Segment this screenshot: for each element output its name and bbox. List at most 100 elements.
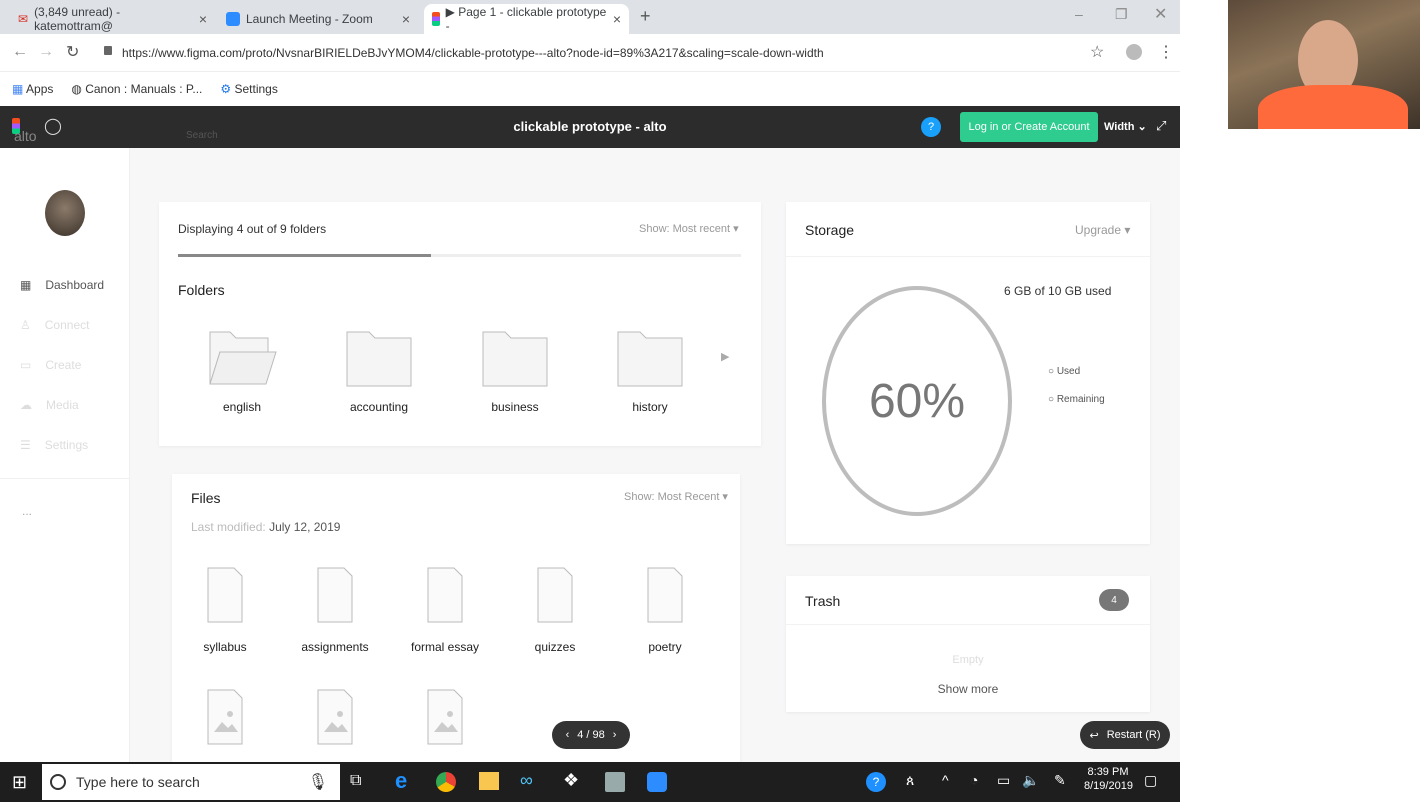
gear-icon: ⚙ xyxy=(220,82,232,96)
url-field[interactable]: https://www.figma.com/proto/NvsnarBIRIEL… xyxy=(122,46,824,60)
chevron-down-icon: ⌄ xyxy=(1137,121,1147,133)
forward-icon[interactable]: → xyxy=(38,43,54,61)
close-icon[interactable]: × xyxy=(402,11,410,27)
back-icon[interactable]: ← xyxy=(12,43,28,61)
tab-zoom[interactable]: Launch Meeting - Zoom × xyxy=(218,4,418,34)
image-file-icon[interactable] xyxy=(316,688,354,746)
document-icon xyxy=(537,567,573,623)
chevron-up-icon[interactable]: ^ xyxy=(942,772,949,788)
folders-count: Displaying 4 out of 9 folders xyxy=(178,222,327,236)
reload-icon[interactable]: ↻ xyxy=(66,42,79,62)
pen-icon[interactable]: ✎ xyxy=(1054,772,1066,789)
folders-title: Folders xyxy=(178,282,225,298)
folder-icon xyxy=(617,331,683,387)
sidebar-item-settings[interactable]: ☰ Settings xyxy=(20,438,88,452)
bookmark-settings[interactable]: ⚙ Settings xyxy=(220,82,277,96)
tab-figma[interactable]: ▶ Page 1 - clickable prototype - × xyxy=(424,4,629,34)
lock-icon xyxy=(104,46,112,55)
file-poetry[interactable]: poetry xyxy=(610,566,720,654)
width-dropdown[interactable]: Width ⌄ xyxy=(1104,120,1147,133)
dropbox-icon[interactable]: ❖ xyxy=(563,770,579,791)
fullscreen-icon[interactable]: ⤢ xyxy=(1156,118,1166,134)
file-label: syllabus xyxy=(203,640,247,654)
taskbar-search[interactable]: Type here to search 🎙 xyxy=(42,764,340,800)
star-icon[interactable]: ☆ xyxy=(1090,42,1104,62)
file-formal-essay[interactable]: formal essay xyxy=(390,566,500,654)
folders-sort-dropdown[interactable]: Show: Most recent ▾ xyxy=(639,222,739,235)
figma-icon xyxy=(432,12,440,26)
infinity-icon[interactable]: ∞ xyxy=(520,770,533,791)
microphone-icon[interactable]: 🎙 xyxy=(308,772,328,792)
edge-icon[interactable]: e xyxy=(395,768,407,794)
folder-english[interactable]: english xyxy=(192,328,292,414)
address-bar: ← → ↻ https://www.figma.com/proto/Nvsnar… xyxy=(0,34,1180,72)
webcam-video xyxy=(1228,0,1420,129)
chevron-left-icon[interactable]: ‹ xyxy=(566,729,570,741)
chevron-right-icon[interactable]: › xyxy=(613,729,617,741)
tab-label: (3,849 unread) - katemottram@ xyxy=(34,5,121,33)
storage-percent: 60% xyxy=(868,375,966,428)
zoom-icon xyxy=(226,12,240,26)
battery-icon[interactable]: ▭ xyxy=(997,772,1010,789)
legend-used: ○ Used xyxy=(1048,366,1081,377)
close-icon[interactable]: × xyxy=(613,11,621,27)
app-sidebar: ▦ Dashboard ♙ Connect ▭ Create ☁ Media ☰ Sett… xyxy=(0,148,130,762)
notification-icon[interactable]: ▢ xyxy=(1144,772,1157,789)
task-view-icon[interactable]: ⧉ xyxy=(350,772,361,790)
people-icon[interactable]: ጰ xyxy=(906,772,914,789)
sidebar-item-dashboard[interactable]: ▦ Dashboard xyxy=(20,278,104,292)
dashboard-icon: ▦ xyxy=(20,278,32,292)
file-explorer-icon[interactable] xyxy=(479,772,499,790)
chevron-right-icon[interactable]: ▶ xyxy=(721,350,729,363)
folders-card: Displaying 4 out of 9 folders Show: Most… xyxy=(159,202,761,446)
restore-icon[interactable]: ❐ xyxy=(1115,6,1128,23)
image-file-icon[interactable] xyxy=(426,688,464,746)
app-icon[interactable] xyxy=(605,772,625,792)
sidebar-item-connect[interactable]: ♙ Connect xyxy=(20,318,89,332)
folder-history[interactable]: history xyxy=(600,328,700,414)
storage-title: Storage xyxy=(805,222,855,238)
close-icon[interactable]: × xyxy=(199,11,207,27)
return-icon: ↩ xyxy=(1089,729,1099,742)
document-icon: ▭ xyxy=(20,358,32,372)
bookmark-apps[interactable]: ▦ Apps xyxy=(12,82,53,96)
close-window-icon[interactable]: ✕ xyxy=(1154,4,1167,24)
windows-taskbar: ⊞ Type here to search 🎙 ⧉ e ∞ ❖ ? ጰ ^ ◔ … xyxy=(0,762,1180,802)
trash-divider xyxy=(786,624,1150,625)
sidebar-item-media[interactable]: ☁ Media xyxy=(20,398,79,412)
folder-business[interactable]: business xyxy=(465,328,565,414)
clock[interactable]: 8:39 PM 8/19/2019 xyxy=(1084,766,1133,792)
help-icon[interactable]: ? xyxy=(866,772,886,792)
new-tab-icon[interactable]: + xyxy=(640,6,651,27)
upgrade-dropdown[interactable]: Upgrade ▾ xyxy=(1075,223,1130,237)
bookmark-canon[interactable]: ◍ Canon : Manuals : P... xyxy=(71,82,202,96)
tab-gmail[interactable]: ✉ (3,849 unread) - katemottram@ × xyxy=(10,4,215,34)
volume-icon[interactable]: 🔈 xyxy=(1022,772,1039,789)
show-more-link[interactable]: Show more xyxy=(786,682,1150,696)
profile-icon[interactable] xyxy=(1126,44,1142,60)
image-file-icon[interactable] xyxy=(206,688,244,746)
more-icon[interactable]: ... xyxy=(22,504,32,518)
help-button[interactable]: ? xyxy=(921,117,941,137)
wifi-icon[interactable]: ◔ xyxy=(970,772,978,788)
sidebar-item-create[interactable]: ▭ Create xyxy=(20,358,81,372)
minimize-icon[interactable]: – xyxy=(1075,6,1083,22)
windows-start-icon[interactable]: ⊞ xyxy=(12,772,27,793)
cortana-icon xyxy=(50,774,66,790)
file-assignments[interactable]: assignments xyxy=(280,566,390,654)
file-quizzes[interactable]: quizzes xyxy=(500,566,610,654)
zoom-icon[interactable] xyxy=(647,772,667,792)
cloud-icon: ☁ xyxy=(20,398,32,412)
folder-accounting[interactable]: accounting xyxy=(329,328,429,414)
avatar[interactable] xyxy=(45,190,85,236)
file-syllabus[interactable]: syllabus xyxy=(170,566,280,654)
login-button[interactable]: Log in or Create Account xyxy=(960,112,1098,142)
chrome-icon[interactable] xyxy=(436,772,456,792)
files-sort-dropdown[interactable]: Show: Most Recent ▾ xyxy=(624,490,728,503)
folders-progress-track xyxy=(178,254,741,257)
folder-label: english xyxy=(222,400,262,414)
page-counter: 4 / 98 xyxy=(577,729,605,741)
legend-remaining: ○ Remaining xyxy=(1048,394,1105,405)
menu-icon[interactable]: ⋮ xyxy=(1158,42,1174,62)
restart-button[interactable]: ↩ Restart (R) xyxy=(1080,721,1170,749)
